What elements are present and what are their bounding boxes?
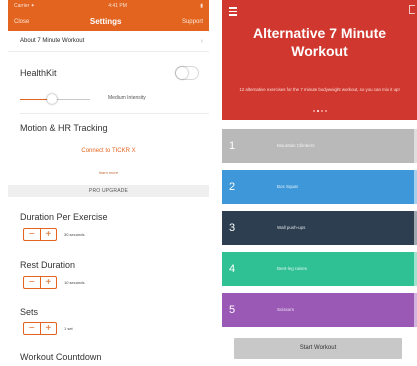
decrement-button[interactable]: − — [24, 277, 40, 288]
support-button[interactable]: Support — [182, 19, 203, 25]
workout-item[interactable]: 5 Scissors — [222, 293, 417, 327]
decrement-button[interactable]: − — [24, 323, 40, 334]
workout-name: Box Squat — [277, 184, 298, 189]
divider — [20, 113, 209, 114]
workout-item[interactable]: 4 Bent-leg raises — [222, 252, 417, 286]
workout-number: 2 — [229, 181, 236, 193]
workout-title: Alternative 7 Minute Workout — [222, 24, 417, 60]
workout-item[interactable]: 3 Wall push-ups — [222, 211, 417, 245]
nav-bar: Close Settings Support — [8, 12, 209, 31]
workout-screen: Alternative 7 Minute Workout 12 alternat… — [222, 0, 417, 366]
healthkit-toggle[interactable] — [175, 66, 199, 80]
intensity-slider-knob[interactable] — [46, 94, 57, 104]
workout-title-line2: Workout — [291, 43, 348, 59]
pro-upgrade-header: PRO UPGRADE — [8, 185, 209, 197]
setting-value: 1 set — [64, 326, 73, 331]
about-label: About 7 Minute Workout — [20, 38, 85, 44]
duration-per-exercise-stepper: − + — [23, 228, 57, 241]
workout-number: 5 — [229, 304, 236, 316]
page-indicator[interactable] — [222, 110, 417, 112]
workout-item[interactable]: 2 Box Squat — [222, 170, 417, 204]
status-time: 4:41 PM — [108, 3, 127, 9]
workout-number: 4 — [229, 263, 236, 275]
workout-name: Scissors — [277, 307, 295, 312]
sets-stepper: − + — [23, 322, 57, 335]
close-button[interactable]: Close — [14, 19, 29, 25]
intensity-label: Medium Intensity — [108, 95, 146, 101]
workout-name: Wall push-ups — [277, 225, 306, 230]
connect-tickr-button[interactable]: Connect to TICKR X — [8, 148, 209, 154]
healthkit-label: HealthKit — [20, 68, 57, 78]
setting-value: 10 seconds — [64, 280, 85, 285]
increment-button[interactable]: + — [39, 323, 57, 334]
battery-icon: ▮ — [200, 3, 203, 9]
page-dot[interactable] — [316, 110, 319, 112]
workout-description: 12 alternative exercises for the 7 minut… — [239, 87, 400, 92]
workout-item[interactable]: 1 Mountain Climbers — [222, 129, 417, 163]
setting-label: Rest Duration — [20, 260, 76, 270]
status-bar: Carrier ✦ 4:41 PM ▮ — [8, 0, 209, 12]
learn-more-link[interactable]: learn more — [8, 170, 209, 175]
page-dot[interactable] — [312, 110, 315, 112]
setting-label: Duration Per Exercise — [20, 212, 108, 222]
toggle-knob — [176, 67, 188, 79]
setting-label: Sets — [20, 307, 39, 317]
start-workout-button[interactable]: Start Workout — [234, 338, 402, 359]
setting-value: 30 seconds — [64, 232, 85, 237]
healthkit-row: HealthKit — [8, 65, 209, 81]
rest-duration-row: Rest Duration — [8, 258, 209, 272]
page-dot[interactable] — [320, 110, 323, 112]
workout-header: Alternative 7 Minute Workout 12 alternat… — [222, 0, 417, 120]
share-icon[interactable] — [409, 5, 415, 14]
motion-row: Motion & HR Tracking — [8, 120, 209, 136]
menu-icon[interactable] — [229, 7, 237, 18]
settings-screen: Carrier ✦ 4:41 PM ▮ Close Settings Suppo… — [8, 0, 209, 366]
workout-title-line1: Alternative 7 Minute — [252, 25, 387, 41]
intensity-slider[interactable] — [20, 94, 90, 104]
page-title: Settings — [89, 17, 122, 26]
decrement-button[interactable]: − — [24, 229, 40, 240]
duration-per-exercise-row: Duration Per Exercise — [8, 210, 209, 224]
increment-button[interactable]: + — [39, 277, 57, 288]
workout-name: Bent-leg raises — [277, 266, 308, 271]
chevron-right-icon: › — [200, 37, 203, 45]
page-dot[interactable] — [324, 110, 327, 112]
workout-countdown-label: Workout Countdown — [20, 352, 102, 362]
workout-countdown-row: Workout Countdown — [8, 350, 209, 364]
workout-number: 3 — [229, 222, 236, 234]
increment-button[interactable]: + — [39, 229, 57, 240]
rest-duration-stepper: − + — [23, 276, 57, 289]
sets-row: Sets — [8, 305, 209, 319]
workout-name: Mountain Climbers — [277, 143, 315, 148]
workout-number: 1 — [229, 140, 236, 152]
about-row[interactable]: About 7 Minute Workout › — [8, 31, 209, 52]
motion-label: Motion & HR Tracking — [20, 123, 108, 133]
status-carrier: Carrier ✦ — [14, 3, 35, 9]
